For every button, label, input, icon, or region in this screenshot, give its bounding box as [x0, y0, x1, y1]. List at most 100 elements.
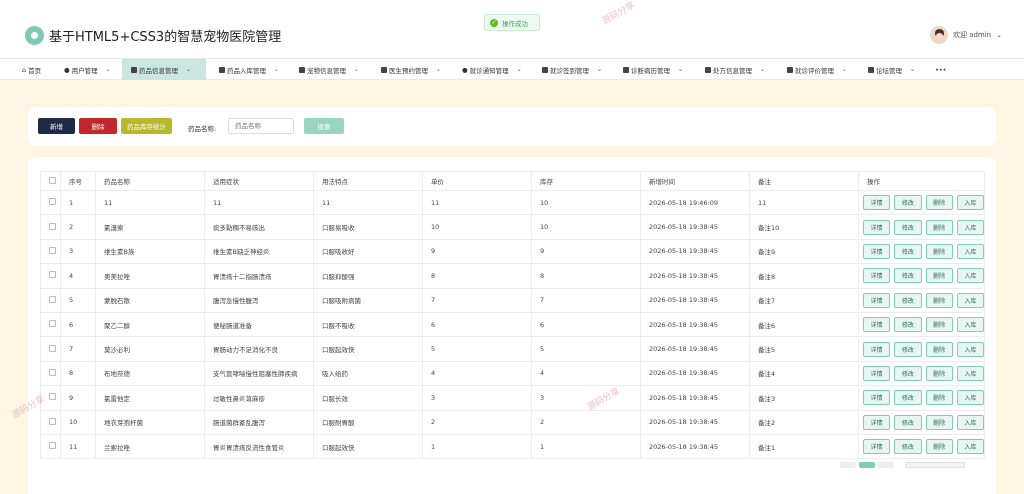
nav-item-visit-checkin[interactable]: 就诊签到管理 ⌄	[542, 59, 602, 80]
nav-item-more[interactable]: •••	[935, 59, 947, 80]
nav-item-home[interactable]: ⌂ 首页	[22, 59, 41, 80]
delete-button[interactable]: 删除	[79, 118, 117, 134]
stock-stats-button[interactable]: 药品库存统计	[121, 118, 172, 134]
nav-item-visit-review[interactable]: 就诊评价管理 ⌄	[787, 59, 847, 80]
detail-button[interactable]: 详情	[863, 414, 891, 430]
row-delete-button[interactable]: 删除	[925, 317, 953, 333]
edit-button[interactable]: 修改	[894, 365, 922, 381]
row-actions: 详情 修改 删除 入库	[858, 360, 985, 387]
search-input[interactable]	[228, 118, 294, 134]
chevron-down-icon[interactable]: ⌄	[996, 31, 1002, 39]
row-checkbox[interactable]	[40, 287, 61, 313]
stock-in-button[interactable]: 入库	[956, 341, 984, 357]
edit-button[interactable]: 修改	[894, 243, 922, 259]
row-delete-button[interactable]: 删除	[925, 268, 953, 284]
stock-in-button[interactable]: 入库	[956, 268, 984, 284]
nav-item-doctor-appointment[interactable]: 医生预约管理 ⌄	[381, 59, 441, 80]
nav-item-users[interactable]: ● 用户管理 ⌄	[64, 59, 111, 80]
edit-button[interactable]: 修改	[894, 195, 922, 211]
row-checkbox[interactable]	[40, 433, 61, 460]
table-cell: 2026-05-18 19:38:45	[640, 385, 750, 411]
table-cell: 8	[531, 263, 641, 289]
detail-button[interactable]: 详情	[863, 268, 891, 284]
chevron-down-icon: ⌄	[516, 66, 522, 73]
nav-item-medicine-stockin[interactable]: 药品入库管理 ⌄	[219, 59, 279, 80]
table-cell: 6	[60, 311, 96, 338]
pager-prev[interactable]	[840, 462, 856, 468]
row-checkbox[interactable]	[40, 360, 61, 387]
nav-item-medicine-info[interactable]: 药品信息管理 ⌄	[122, 59, 206, 80]
stock-in-button[interactable]: 入库	[956, 195, 984, 211]
table-cell: 便秘肠道准备	[204, 311, 314, 338]
table-cell: 2026-05-18 19:38:45	[640, 409, 750, 435]
detail-button[interactable]: 详情	[863, 292, 891, 308]
detail-button[interactable]: 详情	[863, 365, 891, 381]
more-icon[interactable]: •••	[935, 66, 947, 74]
stock-in-button[interactable]: 入库	[956, 365, 984, 381]
stock-in-button[interactable]: 入库	[956, 317, 984, 333]
nav-item-pet-info[interactable]: 宠物信息管理 ⌄	[299, 59, 359, 80]
stock-in-button[interactable]: 入库	[956, 219, 984, 235]
table-cell: 11	[95, 189, 205, 216]
search-button[interactable]: 搜索	[304, 118, 344, 134]
detail-button[interactable]: 详情	[863, 219, 891, 235]
chevron-down-icon: ⌄	[274, 66, 280, 73]
detail-button[interactable]: 详情	[863, 390, 891, 406]
row-checkbox[interactable]	[40, 214, 61, 240]
edit-button[interactable]: 修改	[894, 341, 922, 357]
pager-next[interactable]	[878, 462, 894, 468]
nav-item-forum[interactable]: 论坛管理 ⌄	[868, 59, 915, 80]
row-delete-button[interactable]: 删除	[925, 243, 953, 259]
nav-item-diagnosis-record[interactable]: 诊断病历管理 ⌄	[623, 59, 683, 80]
row-delete-button[interactable]: 删除	[925, 390, 953, 406]
table-cell: 聚乙二醇	[95, 311, 205, 338]
stock-in-button[interactable]: 入库	[956, 414, 984, 430]
table-cell: 11	[313, 189, 423, 216]
table-cell: 2026-05-18 19:38:45	[640, 214, 750, 240]
row-delete-button[interactable]: 删除	[925, 292, 953, 308]
row-delete-button[interactable]: 删除	[925, 219, 953, 235]
nav-item-visit-notice[interactable]: ● 就诊通知管理 ⌄	[462, 59, 522, 80]
row-checkbox[interactable]	[40, 336, 61, 362]
row-checkbox[interactable]	[40, 409, 61, 435]
edit-button[interactable]: 修改	[894, 219, 922, 235]
stock-in-button[interactable]: 入库	[956, 292, 984, 308]
detail-button[interactable]: 详情	[863, 317, 891, 333]
stock-in-button[interactable]: 入库	[956, 243, 984, 259]
row-delete-button[interactable]: 删除	[925, 341, 953, 357]
edit-button[interactable]: 修改	[894, 439, 922, 455]
user-welcome[interactable]: 欢迎 admin	[953, 30, 991, 40]
stock-in-button[interactable]: 入库	[956, 390, 984, 406]
table-cell: 2026-05-18 19:46:09	[640, 189, 750, 216]
select-all-checkbox[interactable]	[40, 171, 61, 191]
avatar[interactable]	[929, 26, 948, 44]
edit-button[interactable]: 修改	[894, 390, 922, 406]
row-delete-button[interactable]: 删除	[925, 414, 953, 430]
detail-button[interactable]: 详情	[863, 439, 891, 455]
edit-button[interactable]: 修改	[894, 414, 922, 430]
stock-in-button[interactable]: 入库	[956, 439, 984, 455]
pager-page-current[interactable]	[859, 462, 875, 468]
detail-button[interactable]: 详情	[863, 195, 891, 211]
pager-size-select[interactable]	[905, 462, 965, 468]
edit-button[interactable]: 修改	[894, 317, 922, 333]
detail-button[interactable]: 详情	[863, 341, 891, 357]
nav-item-prescription[interactable]: 处方信息管理 ⌄	[705, 59, 765, 80]
column-header: 库存	[531, 171, 641, 191]
detail-button[interactable]: 详情	[863, 243, 891, 259]
row-delete-button[interactable]: 删除	[925, 195, 953, 211]
user-menu[interactable]: 欢迎 admin ⌄	[929, 26, 1002, 44]
edit-button[interactable]: 修改	[894, 292, 922, 308]
row-checkbox[interactable]	[40, 238, 61, 265]
row-checkbox[interactable]	[40, 311, 61, 338]
row-checkbox[interactable]	[40, 189, 61, 216]
edit-button[interactable]: 修改	[894, 268, 922, 284]
row-delete-button[interactable]: 删除	[925, 365, 953, 381]
add-button[interactable]: 新增	[38, 118, 75, 134]
table-panel: 序号 药品名称 适用症状 用法特点 单价 库存 新增时间 备注 操作 1 11 11…	[28, 157, 996, 494]
nav-label: 论坛管理	[876, 66, 902, 75]
row-checkbox[interactable]	[40, 263, 61, 289]
table-cell: 口服吸附病菌	[313, 287, 423, 313]
table-cell: 4	[422, 360, 532, 387]
row-delete-button[interactable]: 删除	[925, 439, 953, 455]
